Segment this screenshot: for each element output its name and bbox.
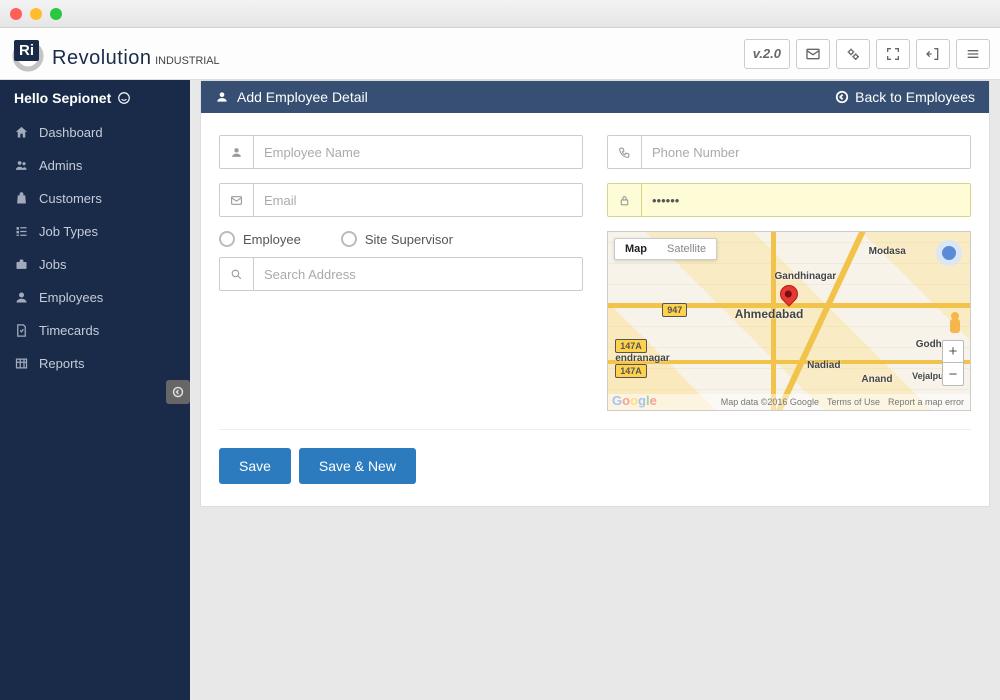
search-address-input[interactable] bbox=[254, 258, 582, 290]
table-icon bbox=[14, 356, 29, 371]
map-city-label: Ahmedabad bbox=[735, 307, 804, 321]
settings-button[interactable] bbox=[836, 39, 870, 69]
sidebar-item-label: Timecards bbox=[39, 323, 99, 338]
smile-icon bbox=[117, 91, 131, 105]
close-window-icon[interactable] bbox=[10, 8, 22, 20]
logout-button[interactable] bbox=[916, 39, 950, 69]
map-report-link[interactable]: Report a map error bbox=[888, 397, 964, 407]
brand-name: Revolution bbox=[52, 47, 152, 69]
map-zoom-control: + − bbox=[942, 340, 964, 386]
lock-icon bbox=[618, 194, 631, 207]
home-icon bbox=[14, 125, 29, 140]
back-arrow-icon bbox=[835, 90, 849, 104]
version-badge: v.2.0 bbox=[744, 39, 790, 69]
minimize-window-icon[interactable] bbox=[30, 8, 42, 20]
user-icon bbox=[230, 146, 243, 159]
envelope-icon bbox=[230, 194, 243, 207]
streetview-pegman-icon[interactable] bbox=[948, 312, 962, 334]
map-city-label: endranagar bbox=[615, 353, 669, 364]
sidebar-item-label: Employees bbox=[39, 290, 103, 305]
radio-icon bbox=[341, 231, 357, 247]
map-terms-link[interactable]: Terms of Use bbox=[827, 397, 880, 407]
maximize-window-icon[interactable] bbox=[50, 8, 62, 20]
brand-subtitle: INDUSTRIAL bbox=[155, 55, 219, 67]
sidebar-item-label: Customers bbox=[39, 191, 102, 206]
greeting: Hello Sepionet bbox=[0, 80, 190, 116]
employee-name-input[interactable] bbox=[254, 136, 582, 168]
user-icon bbox=[215, 90, 229, 104]
map-city-label: Anand bbox=[861, 374, 892, 385]
sidebar-item-job-types[interactable]: Job Types bbox=[0, 215, 190, 248]
panel-title: Add Employee Detail bbox=[237, 89, 368, 105]
email-field[interactable] bbox=[219, 183, 583, 217]
map-route-shield: 947 bbox=[662, 303, 687, 317]
mail-button[interactable] bbox=[796, 39, 830, 69]
sidebar-item-label: Job Types bbox=[39, 224, 98, 239]
sidebar-item-timecards[interactable]: Timecards bbox=[0, 314, 190, 347]
chevron-left-icon bbox=[172, 386, 184, 398]
sidebar: Hello Sepionet Dashboard Admins Customer… bbox=[0, 80, 190, 700]
panel-header: Add Employee Detail Back to Employees bbox=[201, 81, 989, 113]
search-address-field[interactable] bbox=[219, 257, 583, 291]
briefcase-icon bbox=[14, 257, 29, 272]
radio-icon bbox=[219, 231, 235, 247]
user-icon bbox=[14, 290, 29, 305]
sidebar-item-customers[interactable]: Customers bbox=[0, 182, 190, 215]
sidebar-collapse-button[interactable] bbox=[166, 380, 190, 404]
map-route-shield: 147A bbox=[615, 339, 647, 353]
email-input[interactable] bbox=[254, 184, 582, 216]
panel: Add Employee Detail Back to Employees bbox=[200, 80, 990, 507]
fullscreen-button[interactable] bbox=[876, 39, 910, 69]
sidebar-item-label: Dashboard bbox=[39, 125, 103, 140]
password-input[interactable] bbox=[642, 184, 970, 216]
sidebar-item-employees[interactable]: Employees bbox=[0, 281, 190, 314]
users-icon bbox=[14, 158, 29, 173]
map-zoom-in-button[interactable]: + bbox=[943, 341, 963, 363]
window-titlebar bbox=[0, 0, 1000, 28]
top-app-bar: Ri Revolution INDUSTRIAL v.2.0 bbox=[0, 28, 1000, 80]
hamburger-icon bbox=[965, 46, 981, 62]
phone-icon bbox=[618, 146, 631, 159]
sidebar-item-label: Reports bbox=[39, 356, 85, 371]
search-icon bbox=[230, 268, 243, 281]
bag-icon bbox=[14, 191, 29, 206]
save-button[interactable]: Save bbox=[219, 448, 291, 484]
map-route-shield: 147A bbox=[615, 364, 647, 378]
back-to-employees-link[interactable]: Back to Employees bbox=[835, 89, 975, 105]
sidebar-item-jobs[interactable]: Jobs bbox=[0, 248, 190, 281]
sidebar-item-reports[interactable]: Reports bbox=[0, 347, 190, 380]
sidebar-item-label: Jobs bbox=[39, 257, 66, 272]
divider bbox=[219, 429, 971, 430]
brand-logo: Ri Revolution INDUSTRIAL bbox=[10, 38, 220, 70]
map-zoom-out-button[interactable]: − bbox=[943, 363, 963, 385]
password-field[interactable] bbox=[607, 183, 971, 217]
phone-input[interactable] bbox=[642, 136, 970, 168]
toolbar: v.2.0 bbox=[744, 39, 990, 69]
file-icon bbox=[14, 323, 29, 338]
map-widget[interactable]: Map Satellite Gandhinagar Ahmedabad Nadi… bbox=[607, 231, 971, 411]
map-city-label: Gandhinagar bbox=[775, 271, 837, 282]
map-city-label: Nadiad bbox=[807, 360, 840, 371]
phone-field[interactable] bbox=[607, 135, 971, 169]
sidebar-item-dashboard[interactable]: Dashboard bbox=[0, 116, 190, 149]
sidebar-item-admins[interactable]: Admins bbox=[0, 149, 190, 182]
save-and-new-button[interactable]: Save & New bbox=[299, 448, 416, 484]
gears-icon bbox=[845, 46, 861, 62]
expand-icon bbox=[885, 46, 901, 62]
employee-name-field[interactable] bbox=[219, 135, 583, 169]
list-icon bbox=[14, 224, 29, 239]
envelope-icon bbox=[805, 46, 821, 62]
map-city-label: Modasa bbox=[869, 246, 906, 257]
sidebar-item-label: Admins bbox=[39, 158, 82, 173]
map-attribution: Map data ©2016 Google Terms of Use Repor… bbox=[608, 394, 970, 410]
logout-icon bbox=[925, 46, 941, 62]
role-supervisor-radio[interactable]: Site Supervisor bbox=[341, 231, 453, 247]
menu-button[interactable] bbox=[956, 39, 990, 69]
content-area: Add Employee Detail Back to Employees bbox=[190, 80, 1000, 700]
role-employee-radio[interactable]: Employee bbox=[219, 231, 301, 247]
